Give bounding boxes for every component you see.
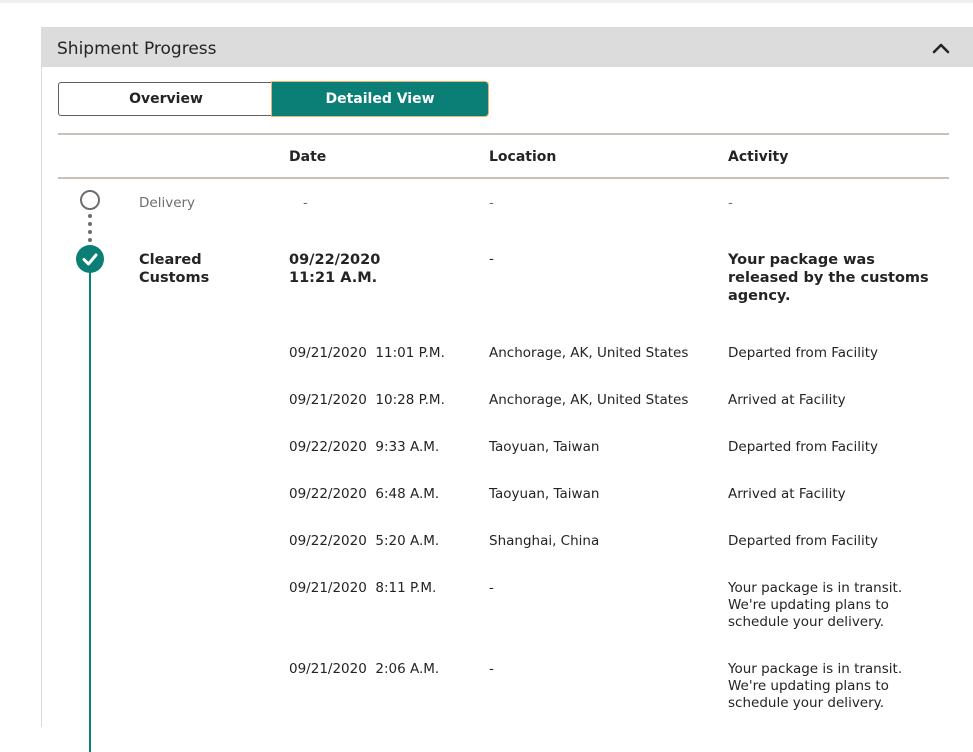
table-header-rule xyxy=(58,177,949,179)
event-location: Taoyuan, Taiwan xyxy=(489,439,600,455)
panel-title: Shipment Progress xyxy=(57,39,217,59)
event-location: Shanghai, China xyxy=(489,533,600,549)
event-date: 09/21/2020 2:06 A.M. xyxy=(289,661,440,677)
milestone-status: Cleared Customs xyxy=(139,252,210,286)
event-activity: Arrived at Facility xyxy=(728,392,846,408)
panel-header[interactable]: Shipment Progress xyxy=(42,27,973,67)
timeline-line xyxy=(89,272,91,752)
event-activity: Your package is in transit. We're updati… xyxy=(728,580,903,630)
location-column-header: Location xyxy=(489,149,557,165)
milestone-date: - xyxy=(303,195,308,211)
detailed-view-button[interactable]: Detailed View xyxy=(272,82,488,116)
view-toggle: Overview Detailed View xyxy=(58,82,488,118)
chevron-up-icon[interactable] xyxy=(932,41,950,55)
event-location: - xyxy=(489,580,494,596)
overview-button[interactable]: Overview xyxy=(58,82,274,116)
date-column-header: Date xyxy=(289,149,327,165)
event-activity: Arrived at Facility xyxy=(728,486,846,502)
event-date: 09/22/2020 6:48 A.M. xyxy=(289,486,440,502)
event-location: - xyxy=(489,661,494,677)
empty-circle-icon xyxy=(80,190,100,210)
event-location: Anchorage, AK, United States xyxy=(489,345,689,361)
event-location: Anchorage, AK, United States xyxy=(489,392,689,408)
event-date: 09/22/2020 5:20 A.M. xyxy=(289,533,440,549)
event-activity: Your package is in transit. We're updati… xyxy=(728,661,903,711)
milestone-date: 09/22/2020 11:21 A.M. xyxy=(289,252,381,286)
event-location: Taoyuan, Taiwan xyxy=(489,486,600,502)
event-date: 09/22/2020 9:33 A.M. xyxy=(289,439,440,455)
event-activity: Departed from Facility xyxy=(728,345,879,361)
checkmark-circle-icon xyxy=(76,245,104,273)
event-date: 09/21/2020 8:11 P.M. xyxy=(289,580,437,596)
top-divider xyxy=(0,0,973,3)
milestone-status: Delivery xyxy=(139,195,196,211)
activity-column-header: Activity xyxy=(728,149,789,165)
event-date: 09/21/2020 11:01 P.M. xyxy=(289,345,445,361)
milestone-activity: Your package was released by the customs… xyxy=(728,252,929,304)
event-activity: Departed from Facility xyxy=(728,533,879,549)
milestone-location: - xyxy=(489,195,494,211)
event-date: 09/21/2020 10:28 P.M. xyxy=(289,392,445,408)
event-activity: Departed from Facility xyxy=(728,439,879,455)
shipment-progress-panel: Shipment Progress Overview Detailed View… xyxy=(41,27,973,752)
milestone-location: - xyxy=(489,251,494,267)
milestone-activity: - xyxy=(728,195,733,211)
table-top-rule xyxy=(58,133,949,135)
